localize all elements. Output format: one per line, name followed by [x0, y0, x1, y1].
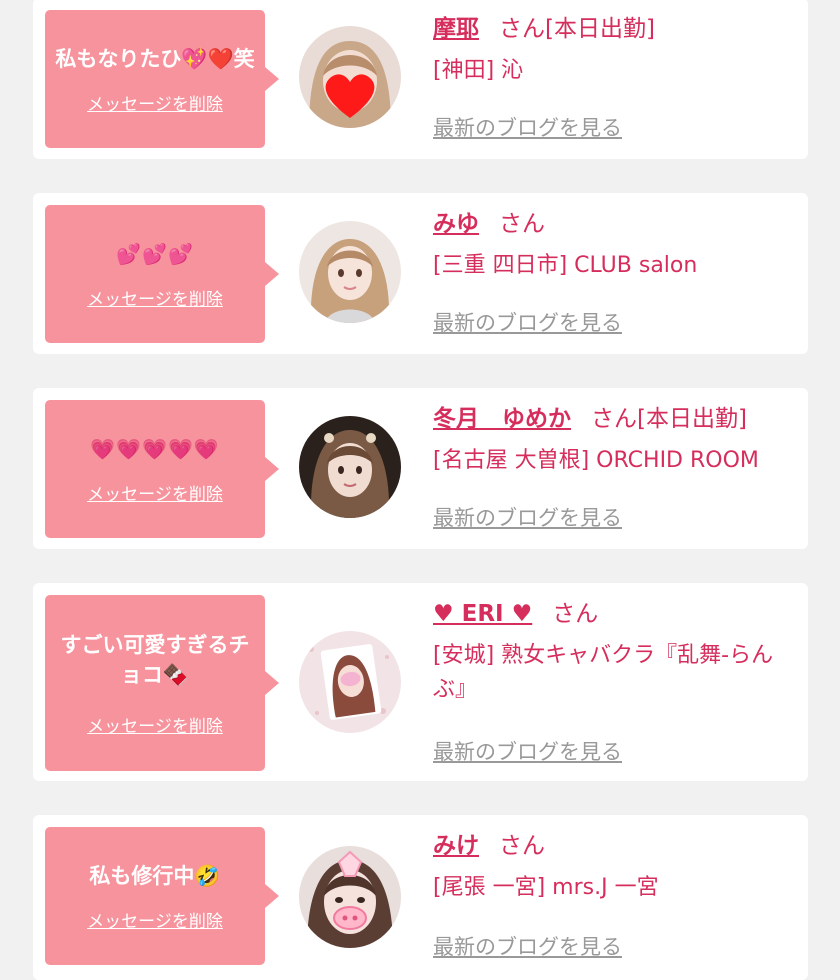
latest-blog-link[interactable]: 最新のブログを見る	[433, 502, 622, 532]
list-item: すごい可愛すぎるチョコ🍫 メッセージを削除 ♥ ERI ♥ さん [安城] 熟女キ…	[33, 583, 808, 781]
list-item: 私もなりたひ💖❤️笑 メッセージを削除 摩耶 さん[本日出勤] [神田] 沁 最新…	[33, 0, 808, 159]
cast-name-link[interactable]: みゆ	[433, 211, 479, 237]
message-bubble: すごい可愛すぎるチョコ🍫 メッセージを削除	[45, 595, 279, 771]
delete-message-link[interactable]: メッセージを削除	[87, 712, 223, 737]
shop-name: [安城] 熟女キャバクラ『乱舞-らんぶ』	[433, 643, 774, 702]
cast-status: さん	[499, 211, 545, 237]
avatar[interactable]	[299, 631, 401, 733]
avatar[interactable]	[299, 221, 401, 323]
message-bubble: 私もなりたひ💖❤️笑 メッセージを削除	[45, 10, 279, 148]
latest-blog-link[interactable]: 最新のブログを見る	[433, 307, 622, 337]
delete-message-link[interactable]: メッセージを削除	[87, 285, 223, 310]
latest-blog-link[interactable]: 最新のブログを見る	[433, 931, 622, 961]
list-item: 💕💕💕 メッセージを削除 みゆ さん [三重 四日市] CLUB salon 最新…	[33, 193, 808, 354]
cast-name-link[interactable]: 冬月 ゆめか	[433, 406, 571, 432]
avatar[interactable]	[299, 26, 401, 128]
shop-name: [三重 四日市] CLUB salon	[433, 253, 698, 278]
latest-blog-link[interactable]: 最新のブログを見る	[433, 112, 622, 142]
cast-status: さん[本日出勤]	[591, 406, 747, 432]
delete-message-link[interactable]: メッセージを削除	[87, 480, 223, 505]
cast-info: 冬月 ゆめか さん[本日出勤] [名古屋 大曽根] ORCHID ROOM	[433, 402, 798, 478]
cast-info: みゆ さん [三重 四日市] CLUB salon	[433, 207, 798, 283]
message-bubble: 私も修行中🤣 メッセージを削除	[45, 827, 279, 965]
cast-info: 摩耶 さん[本日出勤] [神田] 沁	[433, 12, 798, 88]
shop-name: [尾張 一宮] mrs.J 一宮	[433, 875, 659, 900]
message-text: 私もなりたひ💖❤️笑	[55, 46, 255, 71]
list-item: 💗💗💗💗💗 メッセージを削除 冬月 ゆめか さん[本日出勤] [名古屋 大曽根] …	[33, 388, 808, 549]
cast-status: さん	[499, 833, 545, 859]
cast-status: さん	[552, 601, 599, 627]
message-text: 💕💕💕	[116, 241, 194, 266]
cast-status: さん[本日出勤]	[499, 16, 655, 42]
cast-name-link[interactable]: 摩耶	[433, 16, 479, 42]
delete-message-link[interactable]: メッセージを削除	[87, 907, 223, 932]
cast-info: みけ さん [尾張 一宮] mrs.J 一宮	[433, 829, 798, 905]
shop-name: [名古屋 大曽根] ORCHID ROOM	[433, 448, 759, 473]
shop-name: [神田] 沁	[433, 58, 524, 83]
list-item: 私も修行中🤣 メッセージを削除 みけ さん [尾張 一宮] mrs.J 一宮 最…	[33, 815, 808, 980]
message-bubble: 💗💗💗💗💗 メッセージを削除	[45, 400, 279, 538]
message-text: すごい可愛すぎるチョコ🍫	[60, 632, 250, 687]
avatar[interactable]	[299, 416, 401, 518]
message-bubble: 💕💕💕 メッセージを削除	[45, 205, 279, 343]
cast-info: ♥ ERI ♥ さん [安城] 熟女キャバクラ『乱舞-らんぶ』	[433, 597, 798, 707]
message-text: 私も修行中🤣	[89, 863, 221, 888]
avatar[interactable]	[299, 846, 401, 948]
favorite-message-list: 私もなりたひ💖❤️笑 メッセージを削除 摩耶 さん[本日出勤] [神田] 沁 最新…	[0, 0, 840, 980]
cast-name-link[interactable]: ♥ ERI ♥	[433, 601, 532, 627]
cast-name-link[interactable]: みけ	[433, 833, 479, 859]
delete-message-link[interactable]: メッセージを削除	[87, 90, 223, 115]
latest-blog-link[interactable]: 最新のブログを見る	[433, 736, 622, 766]
message-text: 💗💗💗💗💗	[90, 436, 220, 461]
